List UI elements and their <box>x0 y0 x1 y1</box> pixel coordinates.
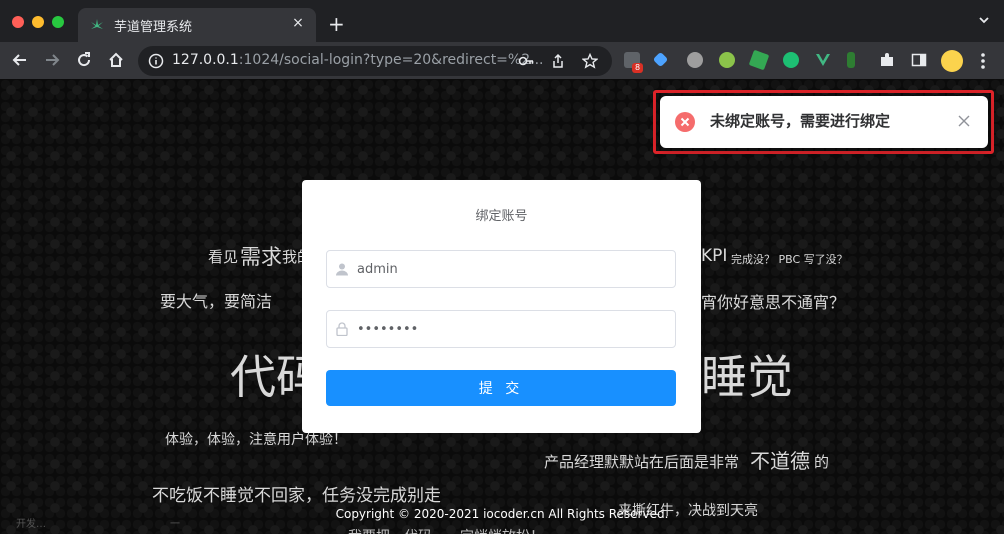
extension-refresh-icon[interactable] <box>783 52 799 68</box>
app-favicon-icon <box>91 19 103 29</box>
extension-circle-icon[interactable] <box>687 52 703 68</box>
bg-text: 看见 <box>208 248 239 266</box>
close-window-button[interactable] <box>12 16 24 28</box>
extension-diamond-icon[interactable] <box>652 51 669 68</box>
username-field[interactable] <box>326 250 676 288</box>
user-icon <box>336 263 348 276</box>
back-arrow-icon[interactable] <box>11 51 29 69</box>
extension-bug-icon[interactable] <box>748 49 770 71</box>
vue-devtools-icon[interactable] <box>815 52 831 68</box>
menu-kebab-icon[interactable] <box>980 52 986 70</box>
browser-tab[interactable]: 芋道管理系统 × <box>78 8 316 42</box>
tab-close-icon[interactable]: × <box>290 15 306 31</box>
reload-icon[interactable] <box>75 51 93 69</box>
forward-arrow-icon[interactable] <box>43 51 61 69</box>
extension-green-dot-icon[interactable] <box>719 52 735 68</box>
error-notification: 未绑定账号，需要进行绑定 <box>660 96 988 148</box>
bg-text: 的 <box>814 453 830 471</box>
side-panel-icon[interactable] <box>911 52 927 68</box>
url-text: 127.0.0.1:1024/social-login?type=20&redi… <box>172 52 543 68</box>
bg-text: 宵你好意思不通宵？ <box>701 293 846 312</box>
site-info-icon[interactable] <box>148 53 164 69</box>
home-icon[interactable] <box>107 51 125 69</box>
card-title: 绑定账号 <box>475 209 528 224</box>
bg-text: 不吃饭不睡觉不回家，任务没完成别走 <box>152 486 441 506</box>
submit-button[interactable]: 提 交 <box>326 370 676 406</box>
password-input[interactable] <box>357 311 667 347</box>
url-host: 127.0.0.1 <box>172 52 239 68</box>
tab-title: 芋道管理系统 <box>114 20 193 35</box>
password-key-icon[interactable] <box>518 53 534 69</box>
bg-text: 完成没？ PBC 写了没？ <box>731 253 848 266</box>
bg-text: 需求 <box>240 245 282 269</box>
new-tab-button[interactable]: + <box>328 12 345 36</box>
bg-text: 产品经理默默站在后面是非常 <box>544 453 740 471</box>
lock-icon <box>336 322 348 336</box>
minimize-window-button[interactable] <box>32 16 44 28</box>
error-circle-icon <box>675 112 695 132</box>
bg-text: 睡觉 <box>701 350 793 404</box>
bg-text: KPI <box>701 246 728 266</box>
bg-text: 要大气，要简洁 <box>160 292 273 311</box>
tab-search-chevron-down-icon[interactable] <box>978 14 990 26</box>
tab-strip: 芋道管理系统 × + <box>0 0 1004 42</box>
bg-text: 不道德 <box>750 449 810 473</box>
browser-chrome: 芋道管理系统 × + 127.0.0.1:1024/social-login?t… <box>0 0 1004 79</box>
address-bar[interactable]: 127.0.0.1:1024/social-login?type=20&redi… <box>138 46 612 76</box>
window-controls <box>12 16 64 28</box>
password-field[interactable] <box>326 310 676 348</box>
notification-close-icon[interactable] <box>958 115 970 127</box>
bookmark-star-icon[interactable] <box>582 53 598 69</box>
username-input[interactable] <box>357 251 667 287</box>
bg-text: 我要把…代码…一定悄悄放松！ <box>348 526 544 534</box>
bind-account-card: 绑定账号 提 交 <box>302 180 701 433</box>
browser-toolbar: 127.0.0.1:1024/social-login?type=20&redi… <box>0 42 1004 79</box>
notification-message: 未绑定账号，需要进行绑定 <box>710 112 891 130</box>
extension-bottle-icon[interactable] <box>847 52 855 68</box>
profile-avatar[interactable] <box>941 50 963 72</box>
url-path: :1024/social-login?type=20&redirect=%2..… <box>238 52 544 68</box>
copyright-footer: Copyright © 2020-2021 iocoder.cn All Rig… <box>335 507 669 521</box>
extensions-puzzle-icon[interactable] <box>879 52 895 68</box>
share-icon[interactable] <box>550 53 566 69</box>
maximize-window-button[interactable] <box>52 16 64 28</box>
extension-badge: 8 <box>632 63 644 73</box>
